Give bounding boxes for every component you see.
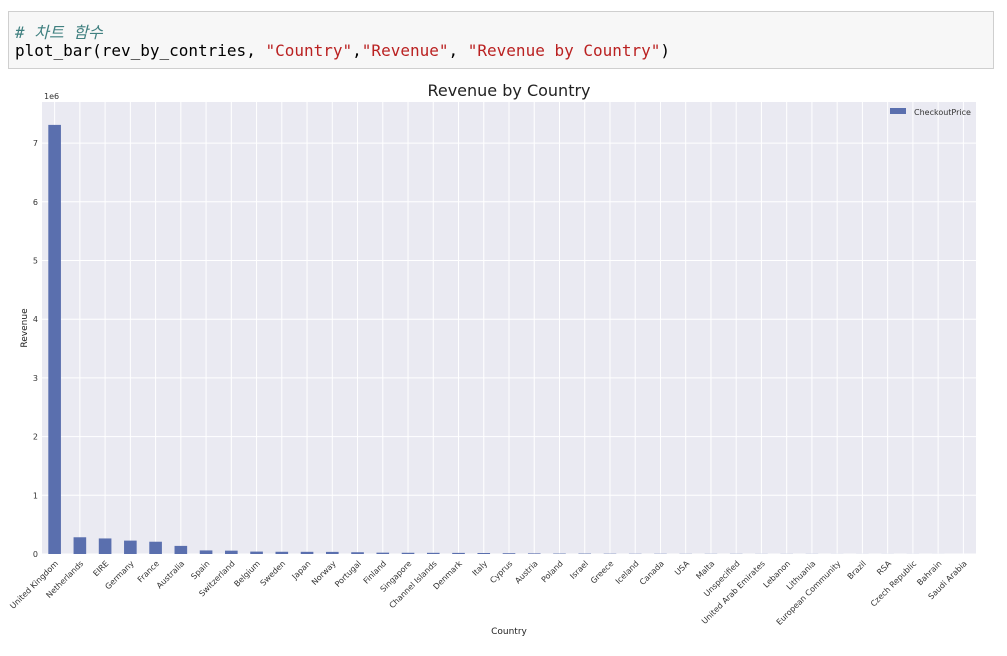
code-string-arg: "Country" [265,41,352,60]
bar [200,550,213,554]
legend-swatch [890,108,906,114]
x-tick-labels: United KingdomNetherlandsEIREGermanyFran… [8,559,969,627]
y-tick-labels: 0 1 2 3 4 5 6 7 [33,139,38,559]
y-tick-label: 2 [33,433,38,442]
x-tick-label: Malta [694,559,716,581]
bar [99,538,112,554]
code-string-arg: "Revenue" [362,41,449,60]
code-cell[interactable]: # 차트 함수 plot_bar(rev_by_contries, "Count… [8,11,994,69]
y-offset-label: 1e6 [44,92,59,101]
x-tick-label: Canada [638,559,666,587]
y-tick-label: 1 [33,491,38,500]
x-tick-label: Italy [471,559,490,578]
x-tick-label: Belgium [232,559,262,589]
x-tick-label: Spain [189,559,211,581]
y-tick-label: 5 [33,256,38,265]
y-axis-label: Revenue [20,308,30,348]
x-tick-label: Israel [568,559,590,581]
bar [276,552,289,554]
x-tick-label: RSA [875,559,893,577]
x-tick-label: USA [673,559,691,577]
x-tick-label: Sweden [258,559,287,588]
bar [452,553,465,554]
y-tick-label: 4 [33,315,38,324]
x-tick-label: Japan [290,559,313,582]
x-tick-label: Czech Republic [869,559,918,608]
chart-output: 0 1 2 3 4 5 6 7 United KingdomNetherlandsEIREGe… [0,72,1007,652]
bar [376,553,389,554]
x-tick-label: Brazil [846,559,868,581]
bar [301,552,314,554]
y-tick-label: 0 [33,550,38,559]
bar [427,553,440,554]
code-string-arg: "Revenue by Country" [468,41,661,60]
legend-label: CheckoutPrice [914,108,971,117]
bar-chart: 0 1 2 3 4 5 6 7 United KingdomNetherlandsEIREGe… [0,72,1007,652]
x-tick-label: EIRE [91,559,110,578]
bar [528,553,541,554]
y-tick-label: 6 [33,198,38,207]
bar [402,553,415,554]
code-function-call: plot_bar(rev_by_contries, [15,41,265,60]
bar [225,551,238,554]
x-tick-label: Cyprus [488,559,514,585]
chart-title: Revenue by Country [427,81,590,100]
x-tick-label: Australia [155,559,186,590]
y-tick-label: 3 [33,374,38,383]
code-punct: , [352,41,362,60]
bar [149,542,162,554]
x-tick-label: Austria [513,559,539,585]
bar [250,552,263,554]
code-statement: plot_bar(rev_by_contries, "Country","Rev… [15,41,670,60]
code-punct: ) [660,41,670,60]
bar [74,537,87,554]
code-comment: # 차트 함수 [15,19,103,43]
bar [351,552,364,554]
x-tick-label: Greece [589,559,616,586]
x-axis-label: Country [491,627,527,637]
x-tick-label: Portugal [333,559,363,589]
bar [48,125,61,554]
x-tick-label: Iceland [614,559,641,586]
x-tick-label: Poland [540,559,565,584]
bar [175,546,188,554]
y-tick-label: 7 [33,139,38,148]
bar [124,541,137,554]
bar [326,552,339,554]
code-punct: , [449,41,468,60]
bar [477,553,490,554]
bar [503,553,516,554]
